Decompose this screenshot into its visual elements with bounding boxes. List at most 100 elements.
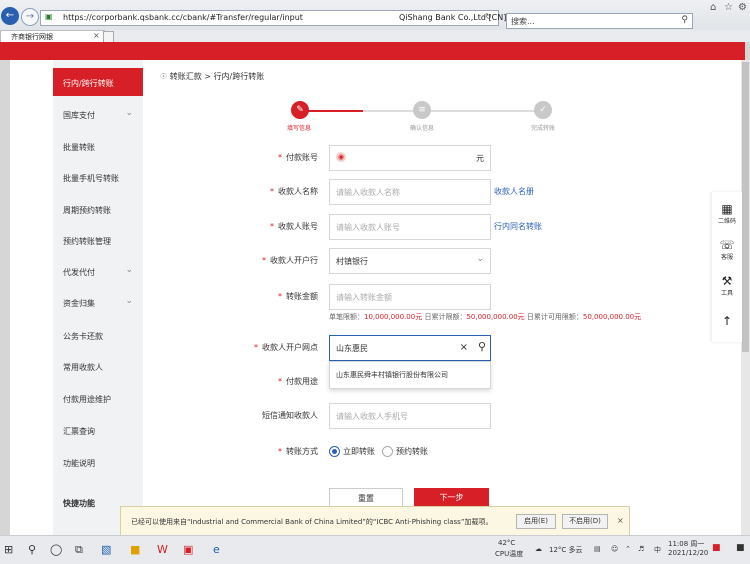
radio-scheduled[interactable] bbox=[382, 446, 393, 457]
notification-icon[interactable]: ■ bbox=[712, 543, 721, 553]
payee-account-input[interactable]: 请输入收款人账号 bbox=[329, 214, 491, 240]
currency-unit: 元 bbox=[476, 154, 484, 163]
sidebar-item-scheduled[interactable]: 预约转账管理 bbox=[53, 226, 143, 254]
sidebar-item-batch-mobile[interactable]: 批量手机号转账 bbox=[53, 163, 143, 191]
sidebar-item-agency[interactable]: 代发代付 ⌄ bbox=[53, 257, 143, 285]
clear-icon[interactable]: × bbox=[460, 342, 468, 353]
search-icon[interactable]: ⚲ bbox=[478, 340, 486, 353]
sidebar-item-batch[interactable]: 批量转账 bbox=[53, 132, 143, 160]
list-icon: ≡ bbox=[413, 101, 431, 119]
search-icon[interactable]: ⚲ bbox=[681, 15, 688, 25]
addon-notification-bar: 已经可以使用来自“Industrial and Commercial Bank … bbox=[120, 506, 630, 536]
back-arrow-icon[interactable]: ← bbox=[1, 7, 19, 25]
sidebar-item-label: 批量手机号转账 bbox=[63, 174, 119, 183]
sidebar-item-label: 周期预约转账 bbox=[63, 206, 111, 215]
home-icon[interactable]: ⌂ bbox=[710, 2, 716, 13]
wps-icon[interactable]: W bbox=[157, 543, 168, 556]
windows-start-icon[interactable]: ⊞ bbox=[4, 543, 13, 556]
sidebar-item-payees[interactable]: 常用收款人 bbox=[53, 352, 143, 380]
ime-indicator[interactable]: 中 bbox=[654, 545, 661, 555]
chevron-down-icon: ⌄ bbox=[125, 265, 133, 275]
tools-button[interactable]: ⚒ 工具 bbox=[712, 274, 742, 297]
sidebar-item-card-repay[interactable]: 公务卡还款 bbox=[53, 321, 143, 349]
task-view-icon[interactable]: ◯ bbox=[50, 543, 62, 556]
weather-icon: ☁ bbox=[535, 545, 542, 553]
sidebar-item-treasury[interactable]: 国库支付 ⌄ bbox=[53, 100, 143, 128]
sidebar-item-draft[interactable]: 汇票查询 bbox=[53, 416, 143, 444]
amount-input[interactable]: 请输入转账金额 bbox=[329, 284, 491, 310]
tab-title: 齐商银行网银 bbox=[11, 33, 53, 41]
payee-bank-label: * 收款人开户行 bbox=[262, 256, 318, 265]
back-to-top-button[interactable]: ↑ bbox=[712, 314, 742, 328]
disable-button[interactable]: 不启用(D) bbox=[562, 514, 608, 529]
chevron-down-icon: ⌄ bbox=[476, 254, 484, 264]
selected-value: 村镇银行 bbox=[336, 257, 368, 266]
volume-icon[interactable]: ♬ bbox=[638, 545, 644, 553]
app-icon[interactable]: ▧ bbox=[101, 543, 111, 556]
payee-name-input[interactable]: 请输入收款人名称 bbox=[329, 179, 491, 205]
next-button[interactable]: 下一步 bbox=[414, 488, 489, 508]
qrcode-icon: ▦ bbox=[721, 202, 733, 216]
method-label: * 转账方式 bbox=[278, 447, 318, 456]
sidebar-item-pooling[interactable]: 资金归集 ⌄ bbox=[53, 288, 143, 316]
payer-account-select[interactable]: ◉ 元 bbox=[329, 145, 491, 171]
user-icon[interactable]: ☺ bbox=[611, 545, 618, 553]
payee-list-link[interactable]: 收款人名册 bbox=[494, 186, 534, 197]
folder-icon[interactable]: ■ bbox=[130, 543, 140, 556]
forward-arrow-icon[interactable]: → bbox=[21, 8, 39, 26]
qrcode-button[interactable]: ▦ 二维码 bbox=[712, 202, 742, 225]
branch-dropdown-option[interactable]: 山东惠民舜丰村镇银行股份有限公司 bbox=[329, 361, 491, 389]
action-center-icon[interactable]: ■ bbox=[736, 543, 745, 553]
amount-label: * 转账金额 bbox=[278, 292, 318, 301]
sidebar-item-periodic[interactable]: 周期预约转账 bbox=[53, 195, 143, 223]
step-label: 确认信息 bbox=[410, 125, 435, 132]
sidebar-item-help[interactable]: 功能说明 bbox=[53, 448, 143, 476]
bank-logo-icon: ◉ bbox=[336, 152, 346, 162]
site-header bbox=[0, 42, 745, 60]
sidebar-item-label: 批量转账 bbox=[63, 143, 95, 152]
payee-name-label: * 收款人名称 bbox=[270, 187, 318, 196]
chevron-down-icon: ⌄ bbox=[125, 296, 133, 306]
radio-immediate-label[interactable]: 立即转账 bbox=[343, 446, 375, 457]
pencil-icon: ✎ bbox=[291, 101, 309, 119]
sidebar-item-label: 行内/跨行转账 bbox=[63, 79, 114, 88]
close-icon[interactable]: × bbox=[617, 516, 624, 525]
customer-service-button[interactable]: ☏ 客服 bbox=[712, 238, 742, 261]
clock-date[interactable]: 2021/12/20 bbox=[668, 549, 708, 557]
network-icon[interactable]: ▤ bbox=[594, 545, 601, 553]
breadcrumb-text: 转账汇款 > 行内/跨行转账 bbox=[169, 72, 265, 81]
radio-immediate[interactable] bbox=[329, 446, 340, 457]
sms-phone-input[interactable]: 请输入收款人手机号 bbox=[329, 403, 491, 429]
headset-icon: ☏ bbox=[719, 238, 735, 252]
enable-button[interactable]: 启用(E) bbox=[516, 514, 556, 529]
refresh-icon[interactable]: ↻ bbox=[485, 12, 495, 21]
radio-scheduled-label[interactable]: 预约转账 bbox=[396, 446, 428, 457]
edge-icon[interactable]: e bbox=[213, 543, 220, 556]
payee-bank-select[interactable]: 村镇银行 ⌄ bbox=[329, 248, 491, 274]
sidebar-item-label: 预约转账管理 bbox=[63, 237, 111, 246]
sidebar-item-label: 快捷功能 bbox=[63, 499, 95, 508]
address-bar[interactable]: ▣ https://corporbank.qsbank.cc/cbank/#Tr… bbox=[40, 10, 506, 26]
gear-icon[interactable]: ⚙ bbox=[738, 2, 747, 13]
sidebar-item-transfer[interactable]: 行内/跨行转账 bbox=[53, 68, 143, 96]
sidebar-item-purpose[interactable]: 付款用途维护 bbox=[53, 384, 143, 412]
clock-time[interactable]: 11:08 周一 bbox=[668, 539, 704, 549]
search-placeholder: 搜索... bbox=[511, 17, 535, 26]
browser-search-input[interactable]: 搜索... ⚲ bbox=[506, 13, 693, 29]
same-name-transfer-link[interactable]: 行内同名转账 bbox=[494, 221, 542, 232]
task-view-icon[interactable]: ⧉ bbox=[75, 543, 83, 557]
step-connector bbox=[308, 110, 363, 112]
chevron-up-icon[interactable]: ⌃ bbox=[625, 545, 631, 553]
branch-label: * 收款人开户网点 bbox=[254, 343, 318, 352]
app-icon[interactable]: ▣ bbox=[183, 543, 193, 556]
transfer-limits: 单笔限额：10,000,000.00元 日累计限额：50,000,000.00元… bbox=[329, 313, 642, 321]
payee-account-label: * 收款人账号 bbox=[270, 222, 318, 231]
scrollbar-thumb[interactable] bbox=[742, 62, 749, 352]
favorites-star-icon[interactable]: ☆ bbox=[724, 2, 733, 13]
close-tab-icon[interactable]: × bbox=[93, 31, 100, 40]
search-icon[interactable]: ⚲ bbox=[28, 543, 36, 556]
sidebar-item-label: 资金归集 bbox=[63, 299, 95, 308]
weather-text[interactable]: 12°C 多云 bbox=[549, 545, 583, 555]
branch-input[interactable]: 山东惠民 × ⚲ bbox=[329, 335, 491, 361]
payer-account-label: * 付款账号 bbox=[278, 153, 318, 162]
